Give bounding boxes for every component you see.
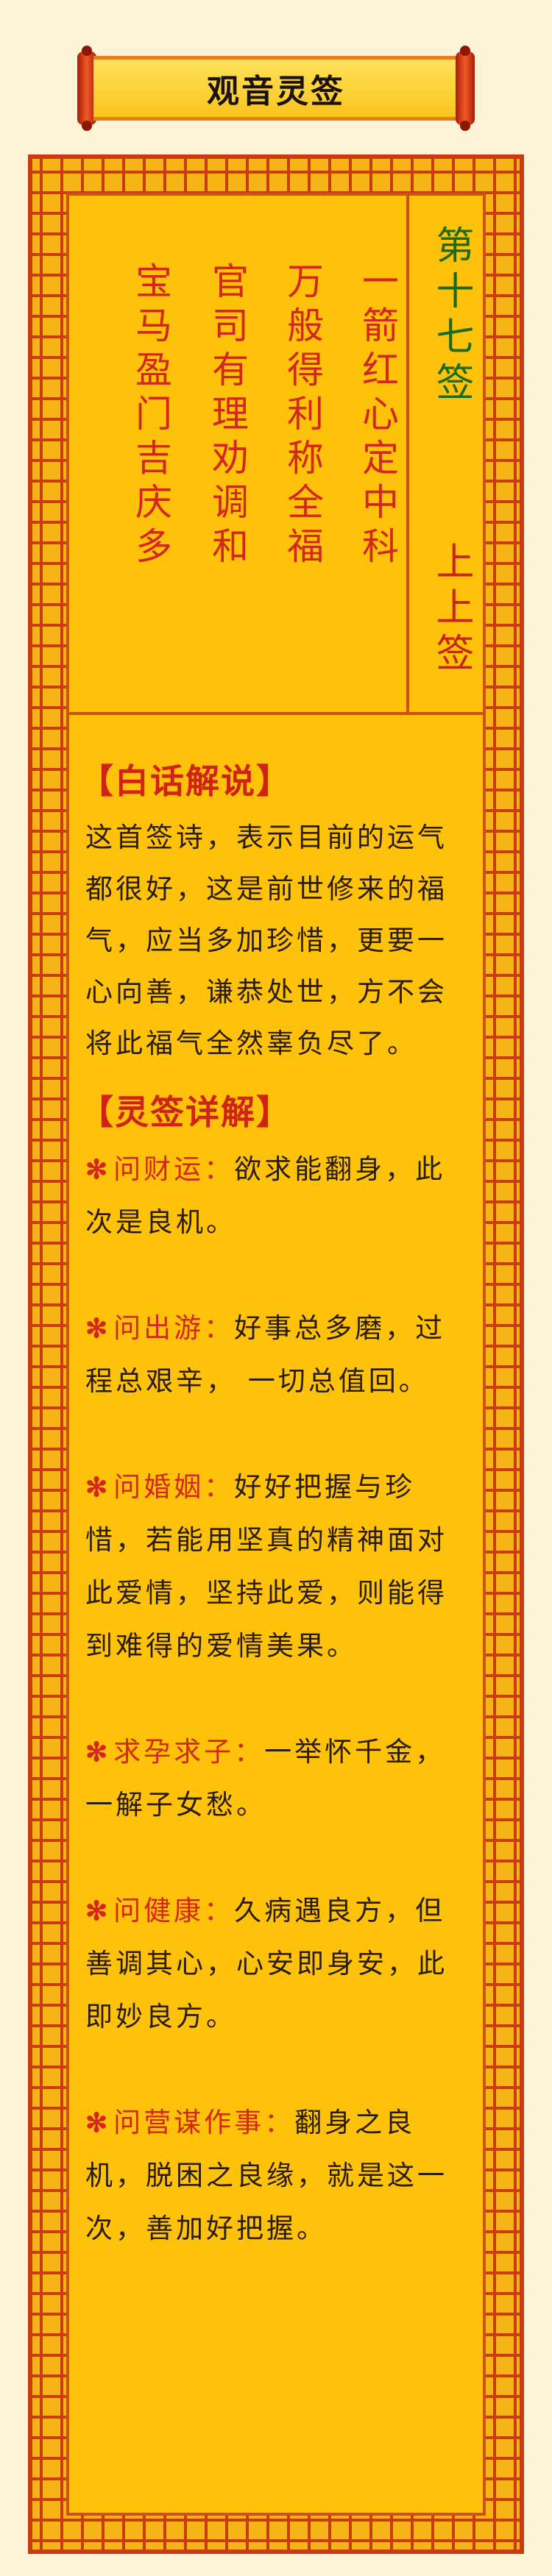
explanation-text: 这首签诗，表示目前的运气都很好，这是前世修来的福气，应当多加珍惜，更要一心向善，… <box>85 822 447 1059</box>
section-divider <box>69 712 483 715</box>
asterisk-icon: ✻ <box>85 1896 111 1926</box>
detail-item-marriage: ✻ 问婚姻：好好把握与珍惜，若能用坚真的精神面对此爱情，坚持此爱，则能得到难得的爱… <box>85 1461 467 1673</box>
detail-item-business: ✻ 问营谋作事：翻身之良机，脱困之良缘，就是这一次，善加好把握。 <box>85 2096 467 2255</box>
poem-line-4: 宝马盈门吉庆多 <box>130 262 172 571</box>
detail-label: 问营谋作事： <box>113 2107 295 2138</box>
detail-label: 问婚姻： <box>113 1471 235 1503</box>
asterisk-icon: ✻ <box>85 1313 111 1344</box>
poem-line-3: 官司有理劝调和 <box>206 262 249 571</box>
ornamental-frame: 一箭红心定中科 万般得利称全福 官司有理劝调和 宝马盈门吉庆多 第十七签 上上签… <box>28 154 524 2554</box>
title-banner: 观音灵签 <box>77 46 475 131</box>
detail-item-travel: ✻ 问出游：好事总多磨，过程总艰辛， 一切总值回。 <box>85 1302 467 1408</box>
poem-section: 一箭红心定中科 万般得利称全福 官司有理劝调和 宝马盈门吉庆多 第十七签 上上签 <box>69 196 483 712</box>
lot-number: 第十七签 <box>429 225 473 408</box>
detail-label: 问健康： <box>113 1895 235 1926</box>
poem-line-2: 万般得利称全福 <box>281 262 324 571</box>
lot-side-panel: 第十七签 上上签 <box>406 196 495 712</box>
lot-level: 上上签 <box>429 541 473 678</box>
detail-item-children: ✻ 求孕求子：一举怀千金，一解子女愁。 <box>85 1726 467 1832</box>
poem-line-1: 一箭红心定中科 <box>356 262 399 571</box>
asterisk-icon: ✻ <box>85 1154 111 1185</box>
scroll-roller-right <box>456 46 475 131</box>
detail-label: 求孕求子： <box>113 1736 265 1768</box>
asterisk-icon: ✻ <box>85 1737 111 1768</box>
detail-label: 问财运： <box>113 1153 235 1185</box>
content-panel: 一箭红心定中科 万般得利称全福 官司有理劝调和 宝马盈门吉庆多 第十七签 上上签… <box>66 193 486 2516</box>
banner-body: 观音灵签 <box>93 56 459 121</box>
page-title: 观音灵签 <box>207 73 345 110</box>
explanation-heading: 【白话解说】 <box>79 761 291 801</box>
detail-item-wealth: ✻ 问财运：欲求能翻身，此次是良机。 <box>85 1143 467 1249</box>
detail-item-health: ✻ 问健康：久病遇良方，但善调其心，心安即身安，此即妙良方。 <box>85 1885 467 2043</box>
asterisk-icon: ✻ <box>85 2107 111 2138</box>
details-heading: 【灵签详解】 <box>79 1092 291 1132</box>
asterisk-icon: ✻ <box>85 1472 111 1503</box>
text-content: 【白话解说】 这首签诗，表示目前的运气都很好，这是前世修来的福气，应当多加珍惜，… <box>79 755 467 2255</box>
detail-label: 问出游： <box>113 1312 235 1344</box>
